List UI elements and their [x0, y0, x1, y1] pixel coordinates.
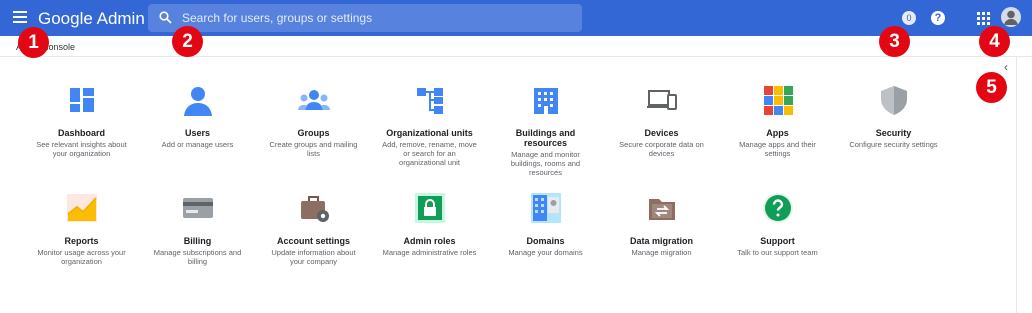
card-title: Apps — [766, 128, 789, 138]
search-bar[interactable] — [148, 4, 582, 32]
card-account-settings[interactable]: Account settings Update information abou… — [266, 192, 361, 266]
building-icon — [530, 84, 562, 116]
card-description: Monitor usage across your organization — [37, 248, 126, 266]
avatar[interactable] — [1001, 7, 1021, 27]
card-billing[interactable]: Billing Manage subscriptions and billing — [150, 192, 245, 266]
top-bar: Google Admin 0 ? — [0, 0, 1032, 36]
card-title: Account settings — [276, 236, 350, 246]
card-reports[interactable]: Reports Monitor usage across your organi… — [34, 192, 129, 266]
card-domains[interactable]: Domains Manage your domains — [498, 192, 593, 257]
card-title: Security — [875, 128, 912, 138]
card-description: Configure security settings — [849, 140, 938, 149]
card-buildings-and-resources[interactable]: Buildings and resources Manage and monit… — [498, 84, 593, 177]
card-title: Domains — [526, 236, 565, 246]
data-migration-icon — [646, 192, 678, 224]
card-devices[interactable]: Devices Secure corporate data on devices — [614, 84, 709, 158]
card-description: Manage apps and their settings — [739, 140, 816, 158]
card-description: Manage your domains — [508, 248, 583, 257]
card-title: Reports — [64, 236, 99, 246]
lock-icon — [414, 192, 446, 224]
card-title: Devices — [644, 128, 679, 138]
card-description: Manage administrative roles — [382, 248, 477, 257]
card-title: Buildings and resources — [515, 128, 576, 148]
search-input[interactable] — [182, 4, 572, 32]
card-description: Update information about your company — [271, 248, 356, 266]
annotation-marker-5: 5 — [976, 72, 1007, 103]
card-title: Groups — [297, 128, 330, 138]
brand-title[interactable]: Google Admin — [38, 9, 145, 29]
card-security[interactable]: Security Configure security settings — [846, 84, 941, 149]
dashboard-icon — [66, 84, 98, 116]
devices-icon — [646, 84, 678, 116]
groups-icon — [297, 84, 330, 116]
help-icon[interactable]: ? — [931, 11, 945, 25]
annotation-marker-2: 2 — [172, 26, 203, 57]
help-circle-icon — [762, 192, 794, 224]
card-data-migration[interactable]: Data migration Manage migration — [614, 192, 709, 257]
domains-icon — [530, 192, 562, 224]
side-panel-divider — [1016, 57, 1017, 313]
card-title: Users — [184, 128, 211, 138]
card-description: Add or manage users — [161, 140, 234, 149]
apps-icon — [762, 84, 794, 116]
notifications-icon[interactable]: 0 — [902, 11, 916, 25]
annotation-marker-4: 4 — [979, 26, 1010, 57]
card-support[interactable]: Support Talk to our support team — [730, 192, 825, 257]
card-organizational-units[interactable]: Organizational units Add, remove, rename… — [382, 84, 477, 167]
card-title: Dashboard — [57, 128, 105, 138]
search-icon — [159, 11, 172, 24]
menu-icon[interactable] — [13, 11, 27, 23]
briefcase-gear-icon — [298, 192, 330, 224]
card-title: Support — [760, 236, 795, 246]
card-admin-roles[interactable]: Admin roles Manage administrative roles — [382, 192, 477, 257]
card-description: See relevant insights about your organiz… — [36, 140, 127, 158]
card-title: Billing — [183, 236, 212, 246]
card-description: Create groups and mailing lists — [269, 140, 358, 158]
reports-icon — [66, 192, 98, 224]
card-description: Manage and monitor buildings, rooms and … — [510, 150, 581, 177]
app-launcher-icon[interactable] — [976, 11, 990, 25]
card-title: Organizational units — [386, 128, 473, 138]
annotation-marker-1: 1 — [18, 27, 49, 58]
collapse-panel-icon[interactable]: ‹ — [996, 60, 1016, 74]
breadcrumb-bar: Admin console — [0, 36, 1032, 57]
user-icon — [182, 84, 214, 116]
shield-icon — [878, 84, 910, 116]
card-dashboard[interactable]: Dashboard See relevant insights about yo… — [34, 84, 129, 158]
annotation-marker-3: 3 — [879, 26, 910, 57]
card-description: Secure corporate data on devices — [619, 140, 704, 158]
card-title: Data migration — [629, 236, 693, 246]
card-users[interactable]: Users Add or manage users — [150, 84, 245, 149]
card-title: Admin roles — [403, 236, 456, 246]
card-groups[interactable]: Groups Create groups and mailing lists — [266, 84, 361, 158]
card-description: Manage migration — [631, 248, 692, 257]
card-description: Manage subscriptions and billing — [153, 248, 242, 266]
credit-card-icon — [182, 192, 214, 224]
card-description: Add, remove, rename, move or search for … — [382, 140, 477, 167]
org-units-icon — [414, 84, 446, 116]
card-description: Talk to our support team — [737, 248, 818, 257]
card-apps[interactable]: Apps Manage apps and their settings — [730, 84, 825, 158]
